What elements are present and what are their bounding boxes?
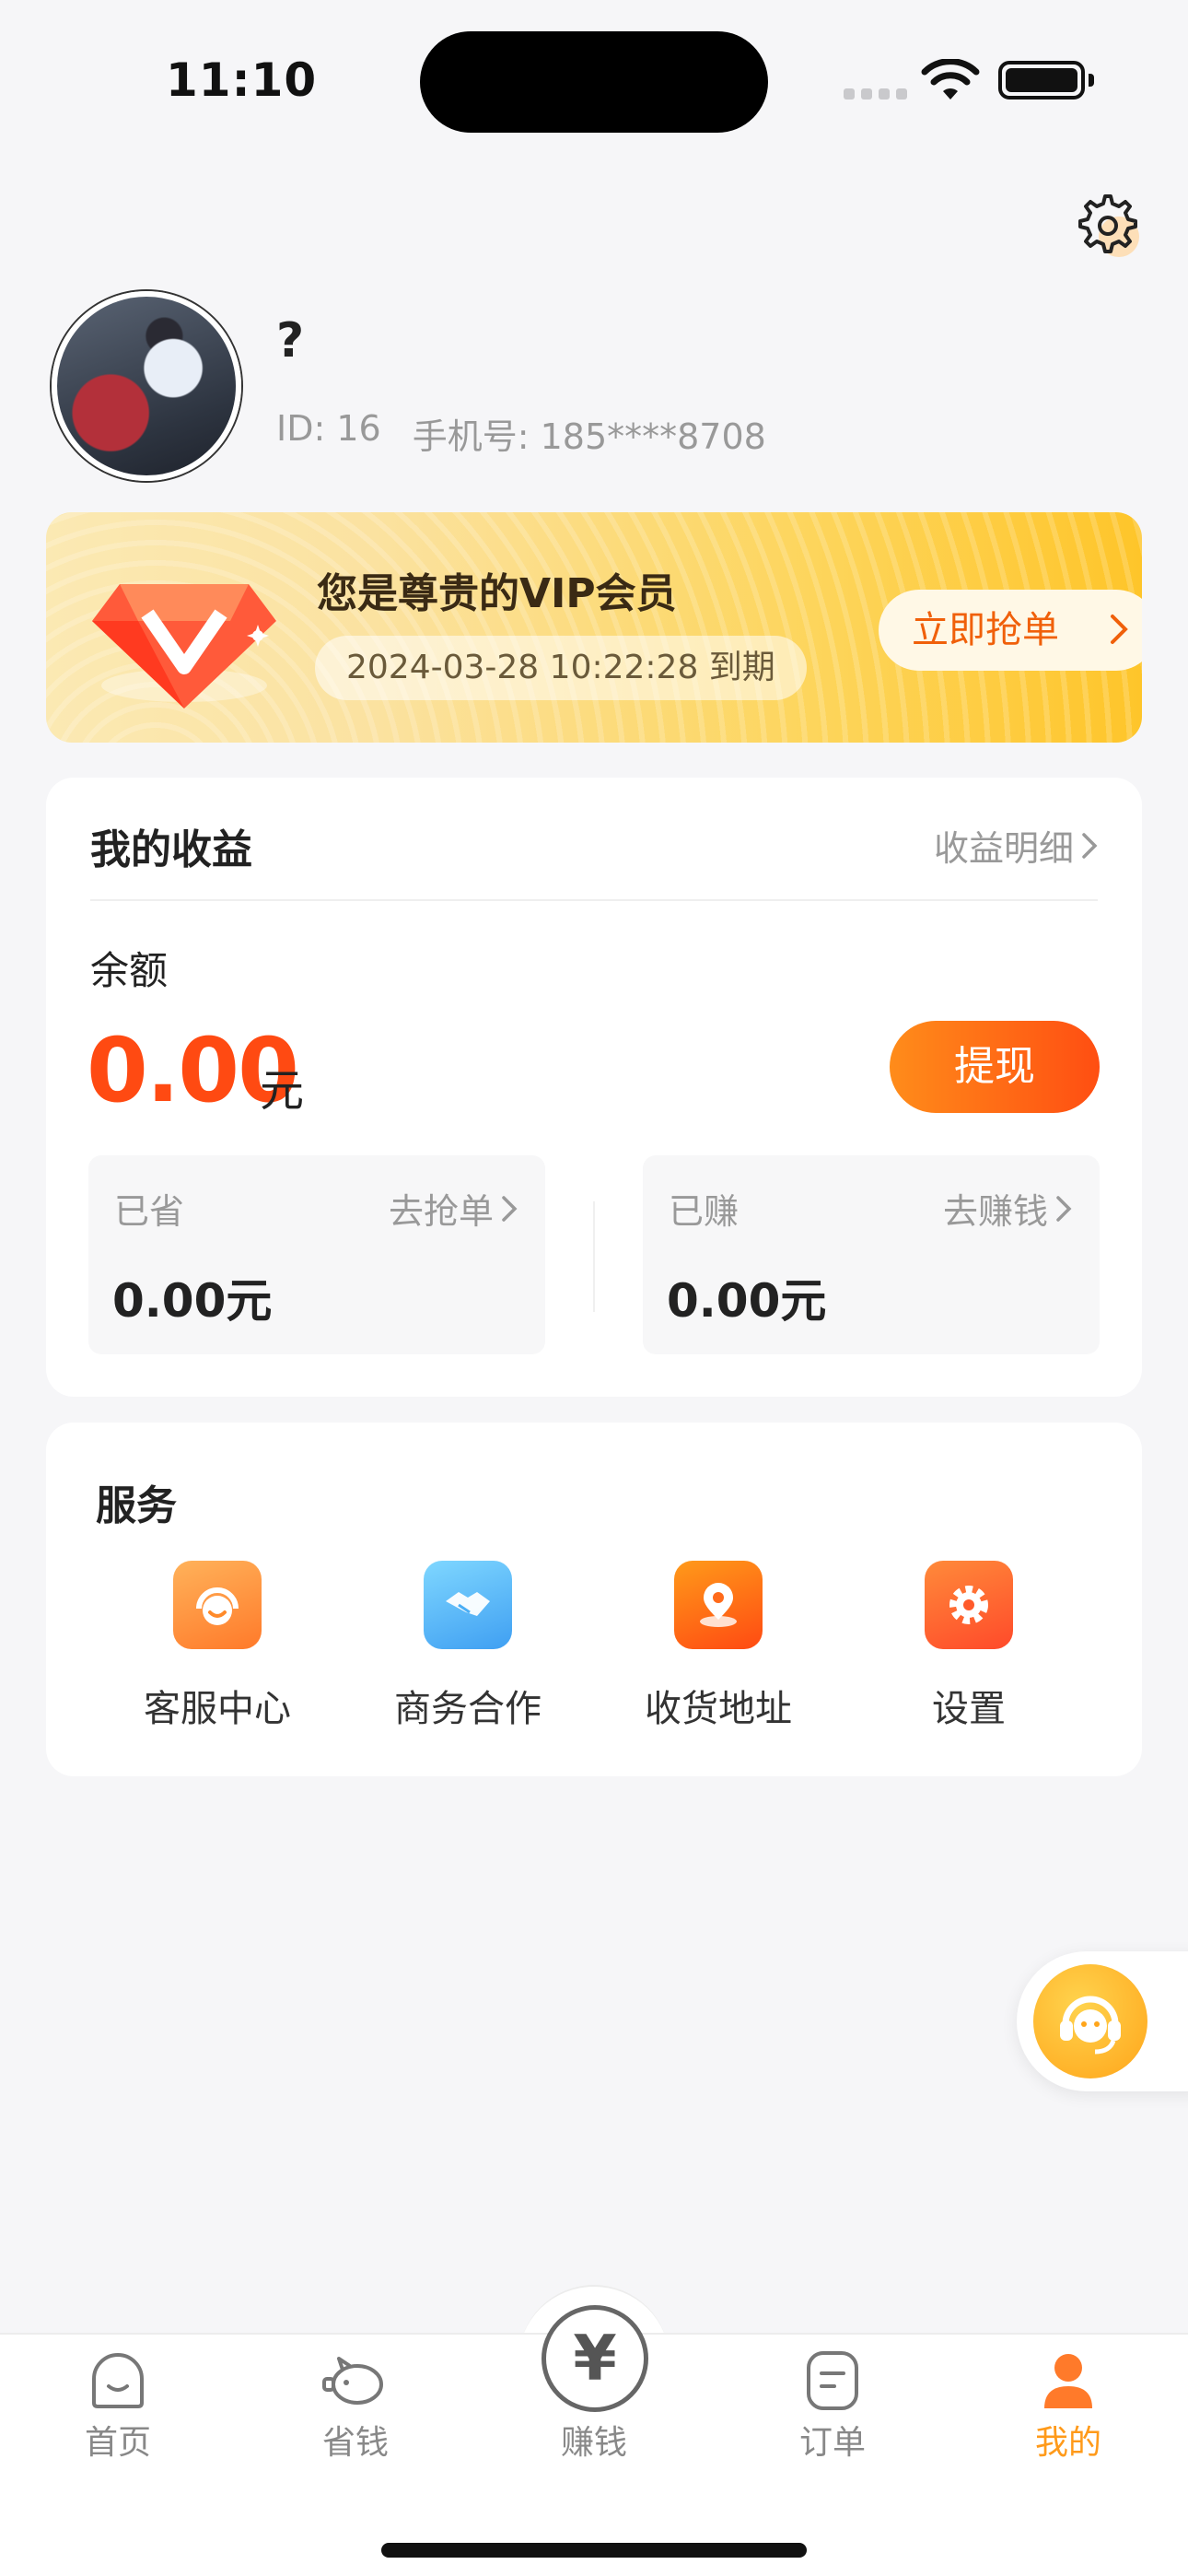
services-grid: 客服中心 商务合作 收货地址 设置 bbox=[46, 1561, 1142, 1732]
tab-label: 首页 bbox=[84, 2424, 151, 2462]
income-detail-label: 收益明细 bbox=[933, 828, 1074, 869]
earned-label: 已赚 bbox=[669, 1191, 740, 1232]
chevron-right-icon bbox=[1056, 1195, 1072, 1222]
service-business[interactable]: 商务合作 bbox=[343, 1561, 593, 1732]
piggy-bank-icon bbox=[322, 2357, 383, 2405]
floating-customer-service-button[interactable] bbox=[1017, 1951, 1188, 2091]
home-indicator bbox=[381, 2543, 807, 2558]
balance-unit: 元 bbox=[260, 1065, 305, 1117]
go-grab-label: 去抢单 bbox=[388, 1191, 494, 1232]
my-profile-page: 11:10 ? ID: 16 手机号: 185****8708 您是尊贵的VIP… bbox=[0, 0, 1188, 2576]
headset-icon bbox=[1033, 1964, 1147, 2078]
chevron-right-icon bbox=[1111, 615, 1128, 644]
username: ? bbox=[276, 313, 305, 369]
services-card: 服务 客服中心 商务合作 收货地址 设置 bbox=[46, 1423, 1142, 1776]
income-card: 我的收益 收益明细 余额 0.00 元 提现 已省 去抢单 0.00元 已赚 去… bbox=[46, 778, 1142, 1397]
balance-label: 余额 bbox=[90, 948, 169, 993]
service-label: 客服中心 bbox=[144, 1688, 291, 1730]
cellular-signal-icon bbox=[844, 88, 907, 100]
user-meta: ID: 16 手机号: 185****8708 bbox=[276, 408, 766, 459]
settings-gear-icon[interactable] bbox=[1071, 189, 1145, 263]
tab-orders[interactable]: 订单 bbox=[750, 2348, 915, 2464]
service-settings[interactable]: 设置 bbox=[844, 1561, 1094, 1732]
user-icon bbox=[1044, 2354, 1092, 2408]
battery-icon bbox=[998, 61, 1094, 100]
earned-value: 0.00元 bbox=[667, 1274, 827, 1328]
income-title: 我的收益 bbox=[90, 826, 252, 873]
withdraw-button[interactable]: 提现 bbox=[890, 1021, 1100, 1113]
saved-label: 已省 bbox=[114, 1191, 185, 1232]
tab-save-money[interactable]: 省钱 bbox=[273, 2348, 438, 2464]
saved-value: 0.00元 bbox=[112, 1274, 273, 1328]
vip-expire-date: 2024-03-28 10:22:28 到期 bbox=[315, 636, 807, 700]
vip-banner: 您是尊贵的VIP会员 2024-03-28 10:22:28 到期 立即抢单 bbox=[46, 512, 1142, 743]
tab-earn-money[interactable]: ¥ bbox=[542, 2305, 648, 2412]
vip-diamond-icon bbox=[92, 584, 276, 708]
customer-service-icon bbox=[173, 1561, 262, 1649]
home-icon bbox=[92, 2353, 144, 2408]
chevron-right-icon bbox=[1082, 832, 1098, 859]
vip-title: 您是尊贵的VIP会员 bbox=[317, 570, 677, 617]
divider bbox=[593, 1201, 595, 1312]
tab-home[interactable]: 首页 bbox=[35, 2348, 201, 2464]
earned-panel: 已赚 去赚钱 0.00元 bbox=[643, 1155, 1100, 1354]
go-earn-link[interactable]: 去赚钱 bbox=[943, 1183, 1072, 1234]
user-phone: 手机号: 185****8708 bbox=[412, 416, 766, 457]
go-earn-label: 去赚钱 bbox=[942, 1191, 1048, 1232]
tab-label: 赚钱 bbox=[560, 2424, 627, 2462]
chevron-right-icon bbox=[502, 1195, 518, 1222]
tab-mine[interactable]: 我的 bbox=[985, 2348, 1151, 2464]
income-detail-link[interactable]: 收益明细 bbox=[934, 820, 1098, 871]
divider bbox=[90, 899, 1098, 901]
go-grab-link[interactable]: 去抢单 bbox=[389, 1183, 518, 1234]
grab-order-button[interactable]: 立即抢单 bbox=[879, 590, 1142, 671]
user-id: ID: 16 bbox=[276, 408, 381, 449]
saved-panel: 已省 去抢单 0.00元 bbox=[88, 1155, 545, 1354]
location-pin-icon bbox=[674, 1561, 763, 1649]
service-address[interactable]: 收货地址 bbox=[593, 1561, 844, 1732]
grab-order-label: 立即抢单 bbox=[912, 609, 1059, 651]
services-title: 服务 bbox=[96, 1482, 177, 1529]
service-label: 收货地址 bbox=[645, 1688, 792, 1730]
status-time: 11:10 bbox=[166, 53, 318, 107]
service-label: 设置 bbox=[932, 1688, 1006, 1730]
service-label: 商务合作 bbox=[394, 1688, 542, 1730]
wifi-icon bbox=[921, 59, 980, 100]
yen-icon: ¥ bbox=[573, 2322, 617, 2395]
service-customer-center[interactable]: 客服中心 bbox=[92, 1561, 343, 1732]
tab-label: 订单 bbox=[798, 2424, 866, 2462]
order-icon bbox=[807, 2351, 858, 2410]
tab-label: 省钱 bbox=[321, 2424, 389, 2462]
gear-icon bbox=[925, 1561, 1013, 1649]
tab-label: 我的 bbox=[1034, 2424, 1101, 2462]
handshake-icon bbox=[424, 1561, 512, 1649]
avatar[interactable] bbox=[52, 291, 241, 481]
dynamic-island bbox=[420, 31, 768, 133]
